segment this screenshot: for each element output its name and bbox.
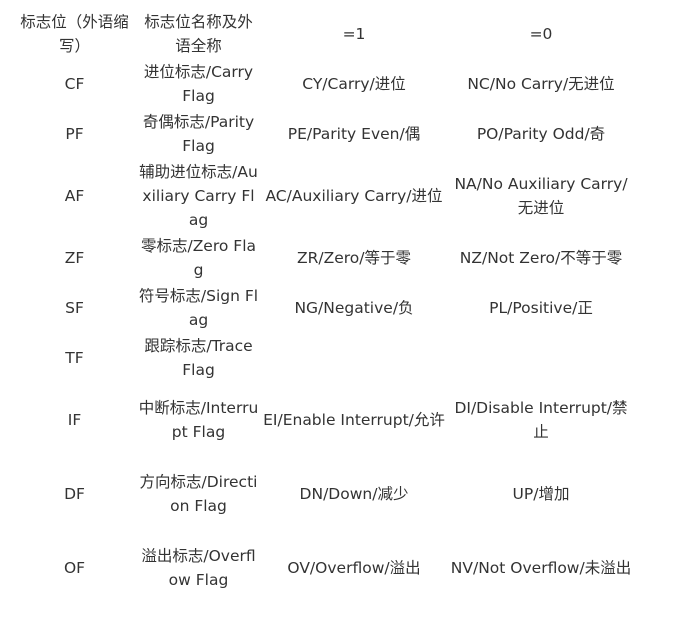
flag-abbrev-cell: PF [65, 125, 84, 143]
set-value-cell: EI/Enable Interrupt/允许 [263, 411, 445, 429]
flag-name-cell: 进位标志/Carry Flag [143, 63, 254, 105]
header-flag-name: 标志位名称及外语全称 [144, 13, 253, 55]
set-value-cell: OV/Overflow/溢出 [287, 559, 421, 577]
header-value-one: =1 [342, 25, 366, 43]
table-row: ZF 零标志/Zero Flag ZR/Zero/等于零 NZ/Not Zero… [13, 233, 635, 283]
clear-value-cell: UP/增加 [512, 485, 570, 503]
flag-abbrev-cell: DF [64, 485, 85, 503]
flag-abbrev-cell: TF [65, 349, 84, 367]
clear-value-cell: NA/No Auxiliary Carry/无进位 [454, 175, 628, 217]
set-value-cell [261, 333, 447, 383]
header-flag-abbrev: 标志位（外语缩写） [20, 13, 129, 55]
header-value-zero: =0 [529, 25, 553, 43]
flag-name-cell: 跟踪标志/Trace Flag [144, 337, 253, 379]
flag-register-table: 标志位（外语缩写） 标志位名称及外语全称 =1 =0 CF 进位标志/Carry… [13, 9, 635, 605]
clear-value-cell: DI/Disable Interrupt/禁止 [454, 399, 628, 441]
clear-value-cell: NZ/Not Zero/不等于零 [459, 249, 623, 267]
table-row: IF 中断标志/Interrupt Flag EI/Enable Interru… [13, 383, 635, 457]
set-value-cell: AC/Auxiliary Carry/进位 [265, 187, 443, 205]
table-row: OF 溢出标志/Overflow Flag OV/Overflow/溢出 NV/… [13, 531, 635, 605]
flag-abbrev-cell: SF [65, 299, 84, 317]
table-header-row: 标志位（外语缩写） 标志位名称及外语全称 =1 =0 [13, 9, 635, 59]
flag-name-cell: 溢出标志/Overflow Flag [141, 547, 256, 589]
clear-value-cell [447, 333, 635, 383]
table-row: SF 符号标志/Sign Flag NG/Negative/负 PL/Posit… [13, 283, 635, 333]
set-value-cell: NG/Negative/负 [294, 299, 414, 317]
clear-value-cell: NV/Not Overflow/未溢出 [450, 559, 632, 577]
table-row: DF 方向标志/Direction Flag DN/Down/减少 UP/增加 [13, 457, 635, 531]
table-row: CF 进位标志/Carry Flag CY/Carry/进位 NC/No Car… [13, 59, 635, 109]
flag-abbrev-cell: CF [64, 75, 85, 93]
flag-abbrev-cell: ZF [64, 249, 85, 267]
clear-value-cell: PL/Positive/正 [489, 299, 593, 317]
flag-name-cell: 奇偶标志/Parity Flag [142, 113, 255, 155]
flag-name-cell: 零标志/Zero Flag [140, 237, 257, 279]
flag-name-cell: 符号标志/Sign Flag [138, 287, 259, 329]
table-row: TF 跟踪标志/Trace Flag [13, 333, 635, 383]
flag-abbrev-cell: IF [67, 411, 82, 429]
clear-value-cell: PO/Parity Odd/奇 [476, 125, 606, 143]
set-value-cell: CY/Carry/进位 [302, 75, 406, 93]
table-row: AF 辅助进位标志/Auxiliary Carry Flag AC/Auxili… [13, 159, 635, 233]
set-value-cell: ZR/Zero/等于零 [296, 249, 411, 267]
set-value-cell: PE/Parity Even/偶 [287, 125, 421, 143]
clear-value-cell: NC/No Carry/无进位 [467, 75, 615, 93]
flag-name-cell: 辅助进位标志/Auxiliary Carry Flag [139, 163, 258, 229]
flag-name-cell: 中断标志/Interrupt Flag [138, 399, 259, 441]
flag-name-cell: 方向标志/Direction Flag [139, 473, 258, 515]
flag-abbrev-cell: OF [63, 559, 86, 577]
flag-abbrev-cell: AF [64, 187, 85, 205]
set-value-cell: DN/Down/减少 [299, 485, 409, 503]
table-row: PF 奇偶标志/Parity Flag PE/Parity Even/偶 PO/… [13, 109, 635, 159]
